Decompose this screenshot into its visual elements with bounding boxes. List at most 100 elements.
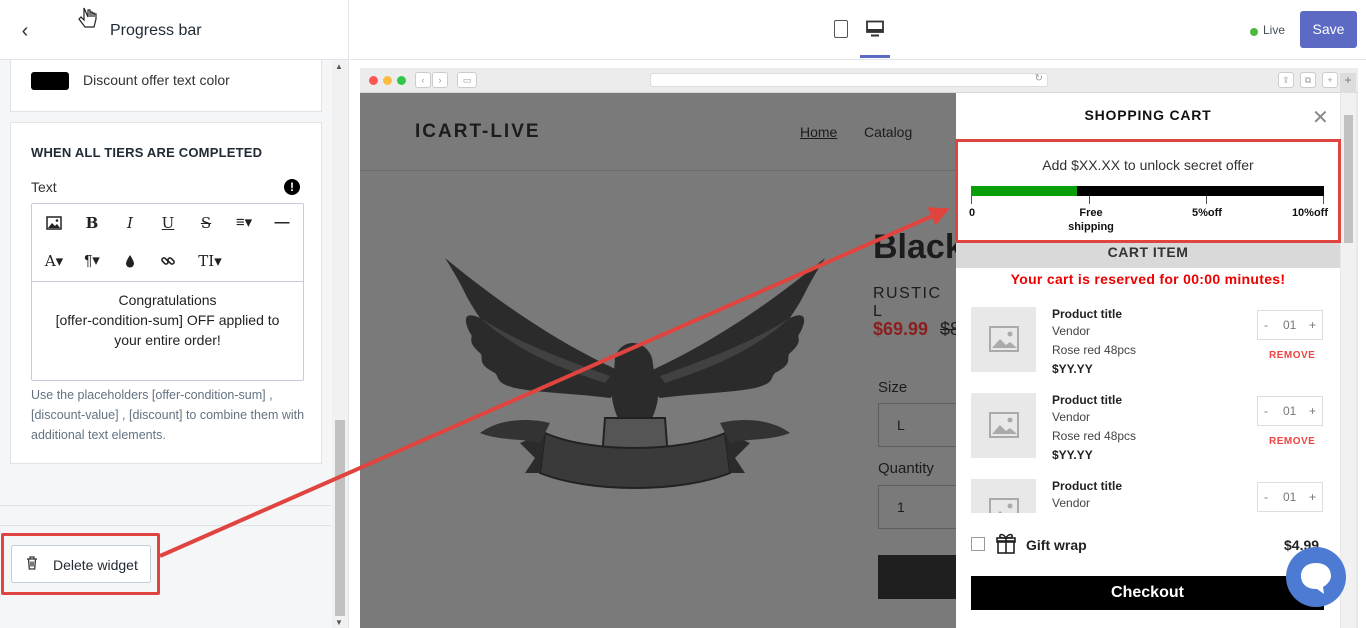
text-label: Text — [31, 179, 57, 195]
product-compare-price: $8 — [940, 319, 956, 339]
item-vendor: Vendor — [1052, 496, 1091, 510]
info-icon[interactable]: ! — [284, 179, 300, 195]
product-image-placeholder — [971, 307, 1036, 372]
item-option: Rose red 48pcs — [1052, 429, 1137, 443]
color-setting-card: Discount offer text color — [10, 60, 322, 112]
decrease-button[interactable]: - — [1264, 404, 1268, 418]
image-icon[interactable] — [40, 210, 68, 236]
close-dot-icon — [369, 76, 378, 85]
product-price: $69.99 — [873, 319, 929, 339]
editor-content[interactable]: Congratulations [offer-condition-sum] OF… — [32, 290, 303, 350]
item-price: $YY.YY — [1052, 448, 1093, 462]
editor-topbar: Live Save — [350, 0, 1366, 60]
quantity-value[interactable]: 01 — [1283, 404, 1296, 418]
completed-tiers-card: WHEN ALL TIERS ARE COMPLETED Text ! B I … — [10, 122, 322, 464]
share-icon: ⇪ — [1278, 72, 1294, 88]
italic-icon[interactable]: I — [116, 210, 144, 236]
link-icon[interactable] — [154, 248, 182, 274]
minimize-dot-icon — [383, 76, 392, 85]
bold-icon[interactable]: B — [78, 210, 106, 236]
cart-title: SHOPPING CART — [1084, 107, 1212, 123]
back-arrow-icon: ‹ — [415, 72, 431, 88]
sidebar-icon: ▭ — [457, 72, 477, 88]
scrollbar-thumb[interactable] — [1344, 115, 1353, 243]
scroll-up-icon[interactable]: ▲ — [335, 62, 343, 71]
store-logo: ICART-LIVE — [415, 121, 541, 142]
storefront-preview: ICART-LIVE Home Catalog Black RUSTIC L $… — [360, 93, 956, 628]
eagle-product-image — [445, 258, 825, 489]
item-title: Product title — [1052, 393, 1123, 407]
item-vendor: Vendor — [1052, 410, 1091, 424]
scrollbar-thumb[interactable] — [335, 420, 345, 616]
progress-bar-highlight — [955, 139, 1341, 243]
image-icon — [989, 326, 1019, 352]
text-size-icon[interactable]: TI▾ — [192, 248, 228, 274]
font-color-icon[interactable]: A▾ — [40, 248, 68, 274]
scroll-down-icon[interactable]: ▼ — [335, 618, 343, 627]
gift-wrap-checkbox[interactable] — [971, 537, 985, 551]
cart-line-item: Product title Vendor Rose red 48pcs $YY.… — [971, 307, 1323, 387]
mobile-view-icon[interactable] — [834, 20, 848, 38]
increase-button[interactable]: + — [1309, 490, 1316, 504]
panel-header: ‹ Progress bar — [0, 0, 348, 60]
nav-link-catalog: Catalog — [864, 124, 913, 140]
reservation-timer: Your cart is reserved for 00:00 minutes! — [1010, 271, 1286, 287]
gift-wrap-label: Gift wrap — [1026, 537, 1087, 553]
desktop-view-icon[interactable] — [866, 20, 884, 38]
align-icon[interactable]: ≡▾ — [230, 210, 258, 236]
rich-text-editor[interactable]: B I U S ≡▾ — A▾ ¶▾ TI▾ Congratulations [… — [31, 203, 304, 381]
quantity-stepper[interactable]: - 01 + — [1257, 396, 1323, 426]
paragraph-icon[interactable]: ¶▾ — [78, 248, 106, 274]
back-button[interactable]: ‹ — [14, 20, 36, 42]
quantity-stepper[interactable]: - 01 + — [1257, 482, 1323, 512]
product-title: Black — [873, 228, 956, 266]
maximize-dot-icon — [397, 76, 406, 85]
editor-line: Congratulations — [118, 292, 217, 308]
strikethrough-icon[interactable]: S — [192, 210, 220, 236]
reload-icon: ↻ — [1034, 73, 1043, 84]
underline-icon[interactable]: U — [154, 210, 182, 236]
add-to-cart-button — [878, 555, 956, 599]
size-select: L — [878, 403, 956, 447]
product-vendor: RUSTIC L — [873, 285, 942, 320]
item-price: $YY.YY — [1052, 362, 1093, 376]
remove-link[interactable]: REMOVE — [1269, 436, 1315, 447]
increase-button[interactable]: + — [1309, 318, 1316, 332]
close-icon[interactable]: ✕ — [1312, 105, 1329, 130]
active-view-indicator — [860, 55, 890, 58]
editor-toolbar: B I U S ≡▾ — A▾ ¶▾ TI▾ — [32, 204, 303, 282]
quantity-value[interactable]: 01 — [1283, 490, 1296, 504]
editor-line: [offer-condition-sum] OFF applied to — [55, 312, 280, 328]
image-icon — [989, 412, 1019, 438]
chat-bubble-icon — [1301, 563, 1331, 594]
live-status-dot — [1250, 28, 1258, 36]
chat-button[interactable] — [1286, 547, 1346, 607]
panel-scrollbar[interactable]: ▲ ▼ — [332, 60, 348, 628]
decrease-button[interactable]: - — [1264, 318, 1268, 332]
quantity-value[interactable]: 01 — [1283, 318, 1296, 332]
horizontal-rule-icon[interactable]: — — [268, 210, 296, 236]
color-swatch[interactable] — [31, 72, 69, 90]
remove-link[interactable]: REMOVE — [1269, 350, 1315, 361]
decrease-button[interactable]: - — [1264, 490, 1268, 504]
quantity-label: Quantity — [878, 460, 934, 477]
hand-cursor-icon — [78, 7, 97, 28]
save-button[interactable]: Save — [1300, 11, 1357, 48]
browser-toolbar: ‹ › ▭ ↻ ⇪ ⧉ + — [360, 68, 1358, 93]
drop-icon[interactable] — [116, 248, 144, 274]
checkout-button[interactable]: Checkout — [971, 576, 1324, 610]
gift-icon — [996, 533, 1016, 554]
cart-line-item: Product title Vendor Rose red 48pcs $YY.… — [971, 393, 1323, 473]
divider — [0, 505, 331, 506]
cart-footer: Gift wrap $4.99 Checkout — [956, 513, 1340, 628]
quantity-stepper[interactable]: - 01 + — [1257, 310, 1323, 340]
item-vendor: Vendor — [1052, 324, 1091, 338]
live-status-label: Live — [1263, 23, 1286, 37]
item-title: Product title — [1052, 307, 1123, 321]
divider — [0, 525, 331, 526]
section-heading: WHEN ALL TIERS ARE COMPLETED — [31, 145, 263, 160]
help-text: Use the placeholders [offer-condition-su… — [31, 388, 305, 442]
increase-button[interactable]: + — [1309, 404, 1316, 418]
preview-scroll-button[interactable]: + — [1340, 73, 1356, 93]
item-option: Rose red 48pcs — [1052, 343, 1137, 357]
